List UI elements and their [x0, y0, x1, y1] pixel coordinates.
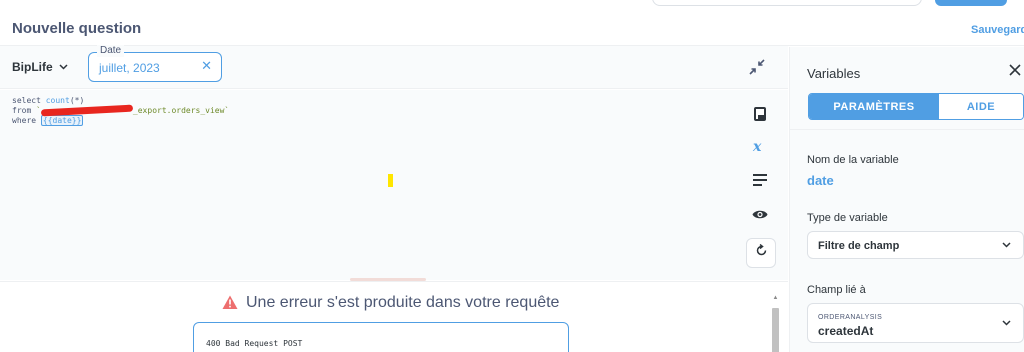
top-action-button[interactable]: [935, 0, 1007, 6]
linked-field-table: ORDERANALYSIS: [818, 314, 883, 321]
top-header: Nouvelle question Sauvegarde: [0, 0, 1024, 46]
data-reference-icon[interactable]: [750, 104, 770, 124]
results-scrollbar[interactable]: ▲: [771, 294, 780, 352]
error-message: 400 Bad Request POST: [206, 339, 303, 348]
database-name: BipLife: [12, 60, 53, 74]
date-filter-value: juillet, 2023: [99, 61, 160, 75]
database-picker[interactable]: BipLife: [12, 60, 68, 74]
error-details-box: 400 Bad Request POST: [193, 322, 569, 352]
linked-field-select[interactable]: ORDERANALYSIS createdAt: [807, 303, 1024, 343]
refresh-button[interactable]: [746, 238, 776, 268]
sql-editor[interactable]: select count(*) from ` _export.orders_vie…: [0, 90, 788, 281]
code-variable: {{date}}: [40, 115, 84, 126]
chevron-down-icon: [1002, 240, 1011, 251]
sql-code[interactable]: select count(*) from ` _export.orders_vie…: [12, 96, 229, 126]
panel-title: Variables: [807, 66, 861, 81]
chevron-down-icon: [59, 62, 68, 73]
variables-icon[interactable]: x: [750, 136, 770, 156]
linked-field-value: createdAt: [818, 324, 874, 338]
panel-divider: [790, 129, 1024, 130]
code-keyword: where: [12, 116, 41, 125]
variable-type-label: Type de variable: [807, 212, 888, 224]
close-icon[interactable]: [1009, 64, 1021, 80]
date-filter-widget[interactable]: Date juillet, 2023 ✕: [88, 45, 222, 82]
results-area: Une erreur s'est produite dans votre req…: [0, 281, 788, 352]
error-title-text: Une erreur s'est produite dans votre req…: [246, 294, 560, 311]
highlight-mark: [388, 174, 393, 187]
tab-aide[interactable]: AIDE: [939, 94, 1023, 119]
variable-name-label: Nom de la variable: [807, 154, 899, 166]
code-keyword: from: [12, 106, 37, 115]
scroll-up-icon[interactable]: ▲: [771, 294, 780, 302]
svg-text:x: x: [752, 139, 762, 153]
warning-icon: [222, 295, 238, 311]
variable-type-select[interactable]: Filtre de champ: [807, 231, 1024, 259]
page-title: Nouvelle question: [12, 20, 142, 37]
variable-name-value: date: [807, 173, 834, 188]
global-search-input[interactable]: [652, 0, 922, 6]
code-function: count: [45, 96, 70, 105]
clear-icon[interactable]: ✕: [201, 59, 212, 73]
panel-tabs: PARAMÈTRES AIDE: [808, 93, 1024, 120]
tab-parametres[interactable]: PARAMÈTRES: [809, 94, 939, 119]
collapse-editor-icon[interactable]: [748, 58, 766, 76]
linked-field-label: Champ lié à: [807, 284, 866, 296]
save-button[interactable]: Sauvegarde: [971, 24, 1024, 36]
scrollbar-thumb[interactable]: [772, 308, 779, 352]
filter-bar: BipLife Date juillet, 2023 ✕: [0, 45, 788, 89]
variables-panel: Variables PARAMÈTRES AIDE Nom de la vari…: [789, 47, 1024, 352]
code-keyword: select: [12, 96, 46, 105]
code-string: _export.orders_view`: [132, 106, 230, 115]
error-title: Une erreur s'est produite dans votre req…: [222, 294, 559, 312]
refresh-icon: [755, 243, 768, 262]
chevron-down-icon: [1002, 318, 1011, 329]
date-filter-label: Date: [97, 45, 125, 57]
preview-eye-icon[interactable]: [750, 204, 770, 224]
redaction-mark: [40, 104, 134, 117]
variable-type-value: Filtre de champ: [818, 240, 900, 252]
code-text: (*): [69, 96, 85, 105]
format-lines-icon[interactable]: [750, 170, 770, 190]
